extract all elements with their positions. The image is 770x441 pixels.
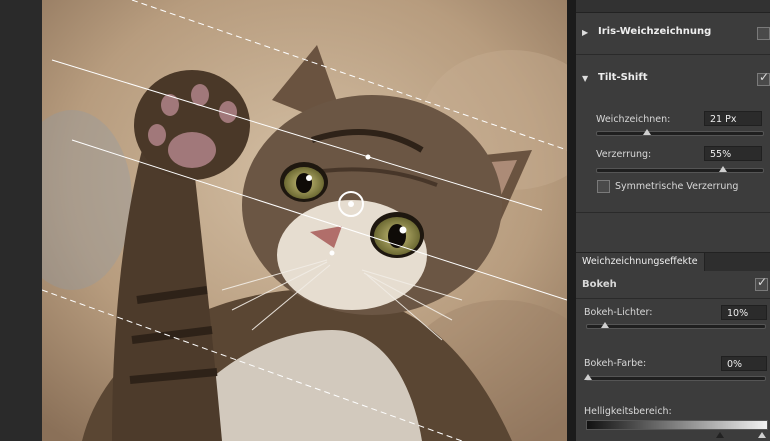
tab-blur-effects[interactable]: Weichzeichnungseffekte [576,253,705,271]
bokeh-lights-field[interactable]: 10% [721,305,767,320]
bokeh-lights-label: Bokeh-Lichter: [584,307,653,318]
bokeh-label: Bokeh [582,279,617,290]
canvas-separator [567,0,576,441]
expand-arrow-icon: ▶ [582,28,589,37]
tilt-shift-header[interactable]: ▼ Tilt-Shift [576,66,770,92]
section-divider [576,298,770,299]
blur-amount-slider[interactable] [596,131,764,136]
distortion-label: Verzerrung: [596,149,652,160]
bokeh-lights-thumb[interactable] [601,322,609,328]
iris-blur-label: Iris-Weichzeichnung [598,26,712,37]
brightness-range-gradient[interactable] [586,420,768,430]
brightness-range-label: Helligkeitsbereich: [584,406,672,417]
blur-amount-label: Weichzeichnen: [596,114,671,125]
symmetric-distortion-checkbox[interactable] [597,180,610,193]
range-low-thumb[interactable] [716,432,724,438]
bokeh-color-slider[interactable] [586,376,766,381]
bokeh-checkbox[interactable] [755,275,768,291]
section-divider [576,212,770,213]
range-high-thumb[interactable] [758,432,766,438]
effects-tab-bar: Weichzeichnungseffekte [576,252,770,271]
panel-top-bar [576,0,770,13]
blur-slider-thumb[interactable] [643,129,651,135]
distortion-slider-thumb[interactable] [719,166,727,172]
bokeh-color-thumb[interactable] [584,374,592,380]
bokeh-lights-slider[interactable] [586,324,766,329]
symmetric-distortion-label: Symmetrische Verzerrung [615,181,739,192]
kitten-photo [42,0,567,441]
distortion-slider[interactable] [596,168,764,173]
blur-gallery-panel: ▶ Iris-Weichzeichnung ▼ Tilt-Shift Weich… [576,0,770,441]
iris-blur-checkbox[interactable] [757,27,770,40]
iris-blur-header[interactable]: ▶ Iris-Weichzeichnung [576,20,770,46]
image-canvas[interactable] [42,0,567,441]
collapse-arrow-icon: ▼ [582,74,589,83]
tilt-shift-checkbox[interactable] [757,70,770,86]
left-tool-strip [0,0,42,441]
distortion-field[interactable]: 55% [704,146,762,161]
bokeh-color-field[interactable]: 0% [721,356,767,371]
tilt-shift-label: Tilt-Shift [598,72,648,83]
bokeh-color-label: Bokeh-Farbe: [584,358,647,369]
blur-amount-field[interactable]: 21 Px [704,111,762,126]
section-divider [576,54,770,55]
